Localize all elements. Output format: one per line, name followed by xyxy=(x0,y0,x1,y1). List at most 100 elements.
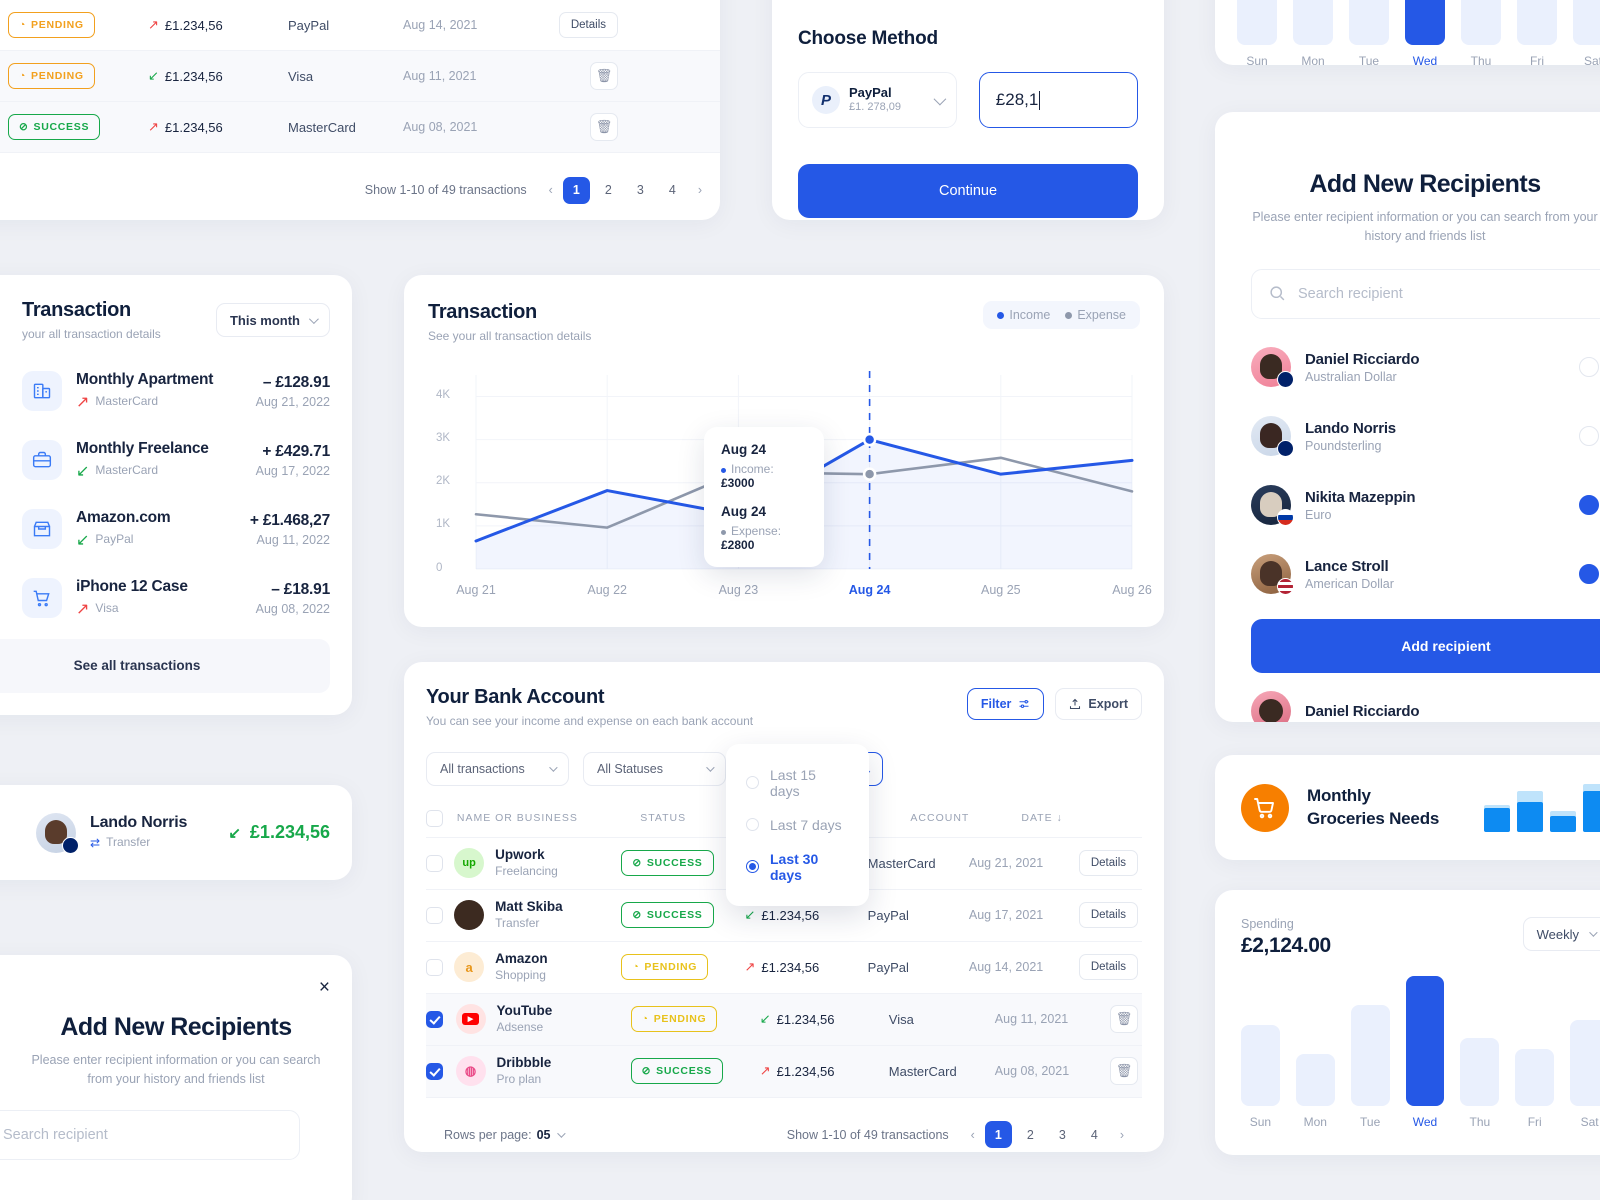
row-checkbox[interactable] xyxy=(426,1062,443,1080)
day-label[interactable]: Tue xyxy=(1349,54,1389,65)
list-item[interactable]: Monthly Apartment ↗ MasterCard – £128.91 … xyxy=(0,357,330,426)
amount-input[interactable]: £28,1 xyxy=(978,72,1138,128)
close-icon[interactable]: × xyxy=(319,977,330,999)
row-checkbox[interactable] xyxy=(426,854,443,872)
continue-button[interactable]: Continue xyxy=(798,164,1138,218)
recipient-select-toggle[interactable] xyxy=(1579,426,1599,447)
rows-per-page-value[interactable]: 05 xyxy=(537,1128,551,1142)
page-button[interactable]: 3 xyxy=(627,177,654,204)
bar[interactable] xyxy=(1461,0,1501,45)
page-button[interactable]: 4 xyxy=(1081,1121,1108,1148)
row-checkbox[interactable] xyxy=(426,1010,443,1028)
page-button[interactable]: 1 xyxy=(984,1121,1012,1149)
see-all-transactions-button[interactable]: See all transactions xyxy=(0,638,330,693)
recipient-row[interactable]: Lance Stroll American Dollar xyxy=(1251,540,1599,609)
payment-provider-select[interactable]: P PayPal £1. 278,09 xyxy=(798,72,957,128)
page-button[interactable]: 4 xyxy=(659,177,686,204)
recipient-row[interactable]: Daniel Ricciardo Australian Dollar xyxy=(1251,333,1599,402)
groceries-card[interactable]: Monthly Groceries Needs xyxy=(1215,755,1600,860)
day-label[interactable]: Wed xyxy=(1405,54,1445,65)
column-account[interactable]: ACCOUNT xyxy=(910,812,1021,824)
bar[interactable] xyxy=(1349,0,1389,45)
details-button[interactable]: Details xyxy=(1078,850,1138,877)
recipient-select-toggle[interactable] xyxy=(1579,357,1599,378)
modal-search-input[interactable]: Search recipient xyxy=(0,1109,300,1160)
select-all-checkbox[interactable] xyxy=(426,809,443,827)
period-select[interactable]: This month xyxy=(215,303,330,337)
bar[interactable] xyxy=(1350,1004,1390,1106)
prev-page-button[interactable]: ‹ xyxy=(971,1128,975,1142)
day-label[interactable]: Mon xyxy=(1293,54,1333,65)
day-label[interactable]: Fri xyxy=(1515,1115,1554,1129)
table-row[interactable]: a AmazonShopping ◔PENDING ↗£1.234,56 Pay… xyxy=(426,942,1142,994)
add-recipient-button[interactable]: Add recipient xyxy=(1251,618,1600,673)
page-button[interactable]: 2 xyxy=(595,177,622,204)
dropdown-option[interactable]: Last 30 days xyxy=(726,842,869,892)
delete-row-button[interactable]: 🗑 xyxy=(1110,1057,1139,1086)
column-name[interactable]: NAME OR BUSINESS xyxy=(457,812,640,824)
bar[interactable] xyxy=(1573,0,1600,45)
bar[interactable] xyxy=(1405,976,1445,1106)
filter-button[interactable]: Filter xyxy=(966,688,1045,720)
day-label[interactable]: Wed xyxy=(1406,1115,1445,1129)
day-label[interactable]: Sun xyxy=(1237,54,1277,65)
page-button[interactable]: 3 xyxy=(1049,1121,1076,1148)
legend-expense[interactable]: Expense xyxy=(1065,308,1126,322)
bar[interactable] xyxy=(1241,1025,1280,1106)
bar[interactable] xyxy=(1295,1054,1335,1106)
filter-all-statuses[interactable]: All Statuses xyxy=(583,751,726,786)
x-axis-tick[interactable]: Aug 22 xyxy=(577,583,637,597)
day-label[interactable]: Sun xyxy=(1241,1115,1280,1129)
recipient-row[interactable]: Lando Norris Poundsterling xyxy=(1251,402,1599,471)
dropdown-option[interactable]: Last 15 days xyxy=(726,758,869,808)
legend-income[interactable]: Income xyxy=(997,308,1050,322)
table-row[interactable]: ◍ DribbblePro plan ⊘SUCCESS ↗£1.234,56 M… xyxy=(426,1045,1142,1098)
recipient-select-toggle[interactable] xyxy=(1579,564,1599,585)
delete-row-button[interactable]: 🗑 xyxy=(590,62,618,90)
day-label[interactable]: Tue xyxy=(1351,1115,1390,1129)
x-axis-tick[interactable]: Aug 25 xyxy=(971,583,1031,597)
x-axis-tick[interactable]: Aug 21 xyxy=(446,583,506,597)
bar[interactable] xyxy=(1293,0,1333,45)
table-row[interactable]: ◍ DribbblePro plan ⊘SUCCESS ↗£1.234,56 M… xyxy=(0,102,720,153)
recipient-select-toggle[interactable] xyxy=(1579,495,1599,516)
table-row[interactable]: ▶ YouTubeAdsense ◔PENDING ↙£1.234,56 Vis… xyxy=(0,51,720,102)
column-date[interactable]: DATE ↓ xyxy=(1021,812,1142,824)
bar[interactable] xyxy=(1405,0,1445,45)
delete-row-button[interactable]: 🗑 xyxy=(590,113,618,141)
list-item[interactable]: iPhone 12 Case ↗ Visa – £18.91 Aug 08, 20… xyxy=(0,564,330,633)
details-button[interactable]: Details xyxy=(558,12,618,38)
list-item[interactable]: Amazon.com ↙ PayPal + £1.468,27 Aug 11, 2… xyxy=(0,495,330,564)
day-label[interactable]: Thu xyxy=(1460,1115,1499,1129)
day-label[interactable]: Sat xyxy=(1570,1115,1600,1129)
spending-period-select[interactable]: Weekly xyxy=(1522,917,1600,951)
day-label[interactable]: Thu xyxy=(1461,54,1501,65)
list-item[interactable]: Monthly Freelance ↙ MasterCard + £429.71 … xyxy=(0,426,330,495)
filter-all-transactions[interactable]: All transactions xyxy=(426,751,569,786)
export-button[interactable]: Export xyxy=(1055,688,1142,720)
table-row[interactable]: a AmazonShopping ◔PENDING ↗£1.234,56 Pay… xyxy=(0,0,720,51)
details-button[interactable]: Details xyxy=(1078,902,1138,929)
lando-transfer-card[interactable]: Lando Norris ⇄ Transfer ↙ £1.234,56 xyxy=(0,785,352,880)
day-label[interactable]: Fri xyxy=(1517,54,1557,65)
recipient-search-input[interactable]: Search recipient xyxy=(1251,268,1600,319)
bar[interactable] xyxy=(1237,0,1277,45)
table-row[interactable]: ▶ YouTubeAdsense ◔PENDING ↙£1.234,56 Vis… xyxy=(426,993,1142,1046)
next-page-button[interactable]: › xyxy=(698,183,702,197)
day-label[interactable]: Sat xyxy=(1573,54,1600,65)
next-page-button[interactable]: › xyxy=(1120,1128,1124,1142)
details-button[interactable]: Details xyxy=(1078,954,1138,981)
bar[interactable] xyxy=(1570,1020,1600,1106)
prev-page-button[interactable]: ‹ xyxy=(549,183,553,197)
page-button[interactable]: 1 xyxy=(562,176,590,204)
x-axis-tick[interactable]: Aug 26 xyxy=(1102,583,1162,597)
page-button[interactable]: 2 xyxy=(1017,1121,1044,1148)
row-checkbox[interactable] xyxy=(426,906,443,924)
row-checkbox[interactable] xyxy=(426,958,443,976)
x-axis-tick[interactable]: Aug 23 xyxy=(708,583,768,597)
dropdown-option[interactable]: Last 7 days xyxy=(726,808,869,842)
recipient-row-partial[interactable]: Daniel Ricciardo xyxy=(1251,677,1599,722)
x-axis-tick[interactable]: Aug 24 xyxy=(840,583,900,597)
day-label[interactable]: Mon xyxy=(1296,1115,1335,1129)
delete-row-button[interactable]: 🗑 xyxy=(1110,1005,1139,1034)
